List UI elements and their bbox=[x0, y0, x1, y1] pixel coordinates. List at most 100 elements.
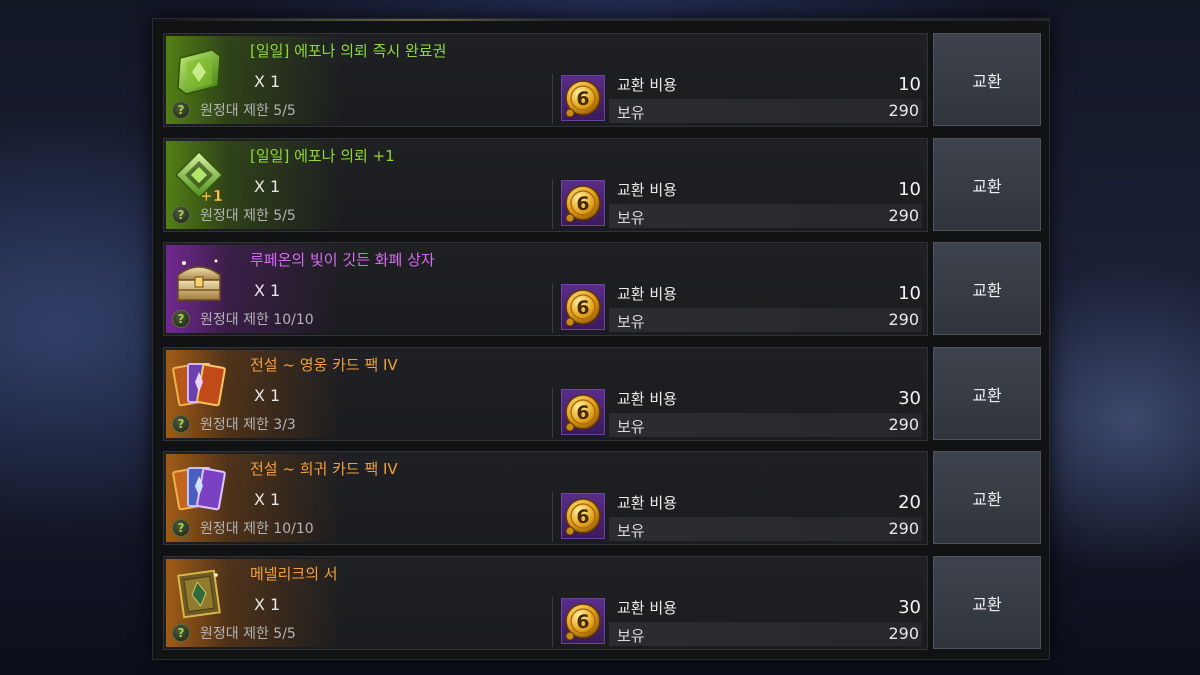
item-quantity: X 1 bbox=[254, 594, 281, 614]
item-name: 전설 ~ 희귀 카드 팩 IV bbox=[250, 460, 398, 478]
exchange-button[interactable]: 교환 bbox=[933, 346, 1041, 440]
purchase-limit-text: 원정대 제한 10/10 bbox=[200, 312, 314, 328]
item-quantity: X 1 bbox=[254, 176, 281, 196]
help-question-icon[interactable]: ? bbox=[172, 310, 190, 328]
item-name: 전설 ~ 영웅 카드 팩 IV bbox=[250, 355, 398, 374]
exchange-cost-label: 교환 비용 bbox=[617, 76, 677, 94]
svg-text:6: 6 bbox=[576, 402, 589, 424]
exchange-button[interactable]: 교환 bbox=[933, 242, 1041, 335]
exchange-cost-value: 30 bbox=[898, 387, 921, 409]
exchange-button[interactable]: 교환 bbox=[933, 33, 1041, 126]
purchase-limit-text: 원정대 제한 5/5 bbox=[200, 625, 296, 642]
shop-item-row-1: [일일] 에포나 의뢰 즉시 완료권 X 1 ? 원정대 제한 5/5 6 교환… bbox=[163, 33, 1041, 127]
exchange-cost-value: 10 bbox=[898, 74, 921, 95]
purchase-limit: ? 원정대 제한 10/10 bbox=[172, 309, 314, 329]
ancient-book-icon[interactable] bbox=[172, 567, 226, 621]
exchange-cost-value: 10 bbox=[898, 178, 921, 200]
gold-six-coin-icon: 6 bbox=[561, 284, 605, 330]
green-scroll-icon[interactable] bbox=[172, 44, 226, 98]
card-pack-icon[interactable] bbox=[172, 358, 226, 412]
exchange-cost-value: 10 bbox=[898, 283, 921, 304]
purchase-limit: ? 원정대 제한 5/5 bbox=[172, 100, 296, 120]
card-pack-rare-icon[interactable] bbox=[172, 462, 226, 516]
exchange-button[interactable]: 교환 bbox=[933, 137, 1041, 231]
item-info-box: 메넬리크의 서 X 1 ? 원정대 제한 5/5 6 교환 비용 30 보유 2… bbox=[163, 555, 928, 650]
treasure-chest-icon[interactable] bbox=[172, 253, 226, 307]
owned-currency-bar: 보유 290 bbox=[609, 621, 922, 646]
shop-item-row-2: +1 [일일] 에포나 의뢰 +1 X 1 ? 원정대 제한 5/5 6 교환 … bbox=[163, 137, 1041, 232]
gold-six-coin-icon: 6 bbox=[561, 388, 605, 435]
purchase-limit: ? 원정대 제한 3/3 bbox=[172, 414, 296, 434]
gold-six-coin-icon: 6 bbox=[561, 597, 605, 644]
owned-label: 보유 bbox=[617, 626, 645, 645]
item-quantity: X 1 bbox=[254, 72, 281, 91]
green-emblem-plus-icon[interactable]: +1 bbox=[172, 149, 226, 203]
owned-value: 290 bbox=[888, 205, 919, 225]
help-question-icon[interactable]: ? bbox=[172, 414, 190, 433]
svg-text:6: 6 bbox=[576, 506, 589, 528]
exchange-button[interactable]: 교환 bbox=[933, 555, 1041, 649]
shop-item-row-6: 메넬리크의 서 X 1 ? 원정대 제한 5/5 6 교환 비용 30 보유 2… bbox=[163, 555, 1041, 650]
divider bbox=[552, 283, 553, 333]
owned-label: 보유 bbox=[617, 313, 645, 331]
item-name: [일일] 에포나 의뢰 즉시 완료권 bbox=[250, 42, 447, 60]
purchase-limit-text: 원정대 제한 5/5 bbox=[200, 103, 296, 119]
item-info-box: [일일] 에포나 의뢰 즉시 완료권 X 1 ? 원정대 제한 5/5 6 교환… bbox=[163, 33, 928, 127]
owned-label: 보유 bbox=[617, 208, 645, 227]
gold-six-coin-icon: 6 bbox=[561, 75, 605, 121]
purchase-limit-text: 원정대 제한 10/10 bbox=[200, 521, 314, 537]
svg-text:6: 6 bbox=[576, 193, 589, 215]
item-info-box: +1 [일일] 에포나 의뢰 +1 X 1 ? 원정대 제한 5/5 6 교환 … bbox=[163, 137, 928, 232]
item-name: [일일] 에포나 의뢰 +1 bbox=[250, 146, 395, 165]
divider bbox=[552, 596, 553, 647]
owned-label: 보유 bbox=[617, 104, 645, 122]
item-info-box: 전설 ~ 희귀 카드 팩 IV X 1 ? 원정대 제한 10/10 6 교환 … bbox=[163, 451, 928, 545]
svg-text:6: 6 bbox=[576, 297, 589, 319]
help-question-icon[interactable]: ? bbox=[172, 205, 190, 224]
shop-item-row-4: 전설 ~ 영웅 카드 팩 IV X 1 ? 원정대 제한 3/3 6 교환 비용… bbox=[163, 346, 1041, 441]
exchange-button[interactable]: 교환 bbox=[933, 451, 1041, 544]
exchange-cost-value: 30 bbox=[898, 596, 921, 618]
help-question-icon[interactable]: ? bbox=[172, 519, 190, 537]
owned-currency-bar: 보유 290 bbox=[609, 412, 922, 437]
divider bbox=[552, 74, 553, 124]
item-quantity: X 1 bbox=[254, 490, 281, 509]
divider bbox=[552, 178, 553, 229]
exchange-cost-label: 교환 비용 bbox=[617, 389, 677, 408]
owned-value: 290 bbox=[888, 310, 919, 329]
gold-six-coin-icon: 6 bbox=[561, 493, 605, 539]
exchange-cost-label: 교환 비용 bbox=[617, 598, 677, 617]
help-question-icon[interactable]: ? bbox=[172, 623, 190, 642]
exchange-cost-value: 20 bbox=[898, 492, 921, 513]
gold-six-coin-icon: 6 bbox=[561, 179, 605, 226]
owned-currency-bar: 보유 290 bbox=[609, 308, 922, 332]
divider bbox=[552, 387, 553, 438]
panel-top-border bbox=[153, 19, 1049, 21]
purchase-limit-text: 원정대 제한 3/3 bbox=[200, 416, 296, 433]
owned-currency-bar: 보유 290 bbox=[609, 99, 922, 123]
item-name: 메넬리크의 서 bbox=[250, 564, 338, 583]
shop-item-row-5: 전설 ~ 희귀 카드 팩 IV X 1 ? 원정대 제한 10/10 6 교환 … bbox=[163, 451, 1041, 545]
exchange-cost-label: 교환 비용 bbox=[617, 285, 677, 303]
purchase-limit: ? 원정대 제한 5/5 bbox=[172, 623, 296, 643]
owned-value: 290 bbox=[888, 414, 919, 434]
owned-currency-bar: 보유 290 bbox=[609, 203, 922, 228]
owned-label: 보유 bbox=[617, 522, 645, 540]
item-quantity: X 1 bbox=[254, 281, 281, 300]
exchange-shop-panel: [일일] 에포나 의뢰 즉시 완료권 X 1 ? 원정대 제한 5/5 6 교환… bbox=[152, 18, 1050, 660]
exchange-cost-label: 교환 비용 bbox=[617, 494, 677, 512]
owned-currency-bar: 보유 290 bbox=[609, 517, 922, 541]
exchange-cost-label: 교환 비용 bbox=[617, 180, 677, 199]
svg-text:6: 6 bbox=[576, 88, 589, 110]
help-question-icon[interactable]: ? bbox=[172, 101, 190, 119]
svg-text:6: 6 bbox=[576, 611, 589, 633]
item-info-box: 루페온의 빛이 깃든 화폐 상자 X 1 ? 원정대 제한 10/10 6 교환… bbox=[163, 242, 928, 336]
item-quantity: X 1 bbox=[254, 385, 281, 405]
shop-item-row-3: 루페온의 빛이 깃든 화폐 상자 X 1 ? 원정대 제한 10/10 6 교환… bbox=[163, 242, 1041, 336]
purchase-limit: ? 원정대 제한 5/5 bbox=[172, 205, 296, 225]
purchase-limit-text: 원정대 제한 5/5 bbox=[200, 207, 296, 224]
owned-value: 290 bbox=[888, 623, 919, 643]
item-name: 루페온의 빛이 깃든 화폐 상자 bbox=[250, 251, 435, 269]
svg-text:+1: +1 bbox=[200, 187, 223, 203]
divider bbox=[552, 492, 553, 542]
